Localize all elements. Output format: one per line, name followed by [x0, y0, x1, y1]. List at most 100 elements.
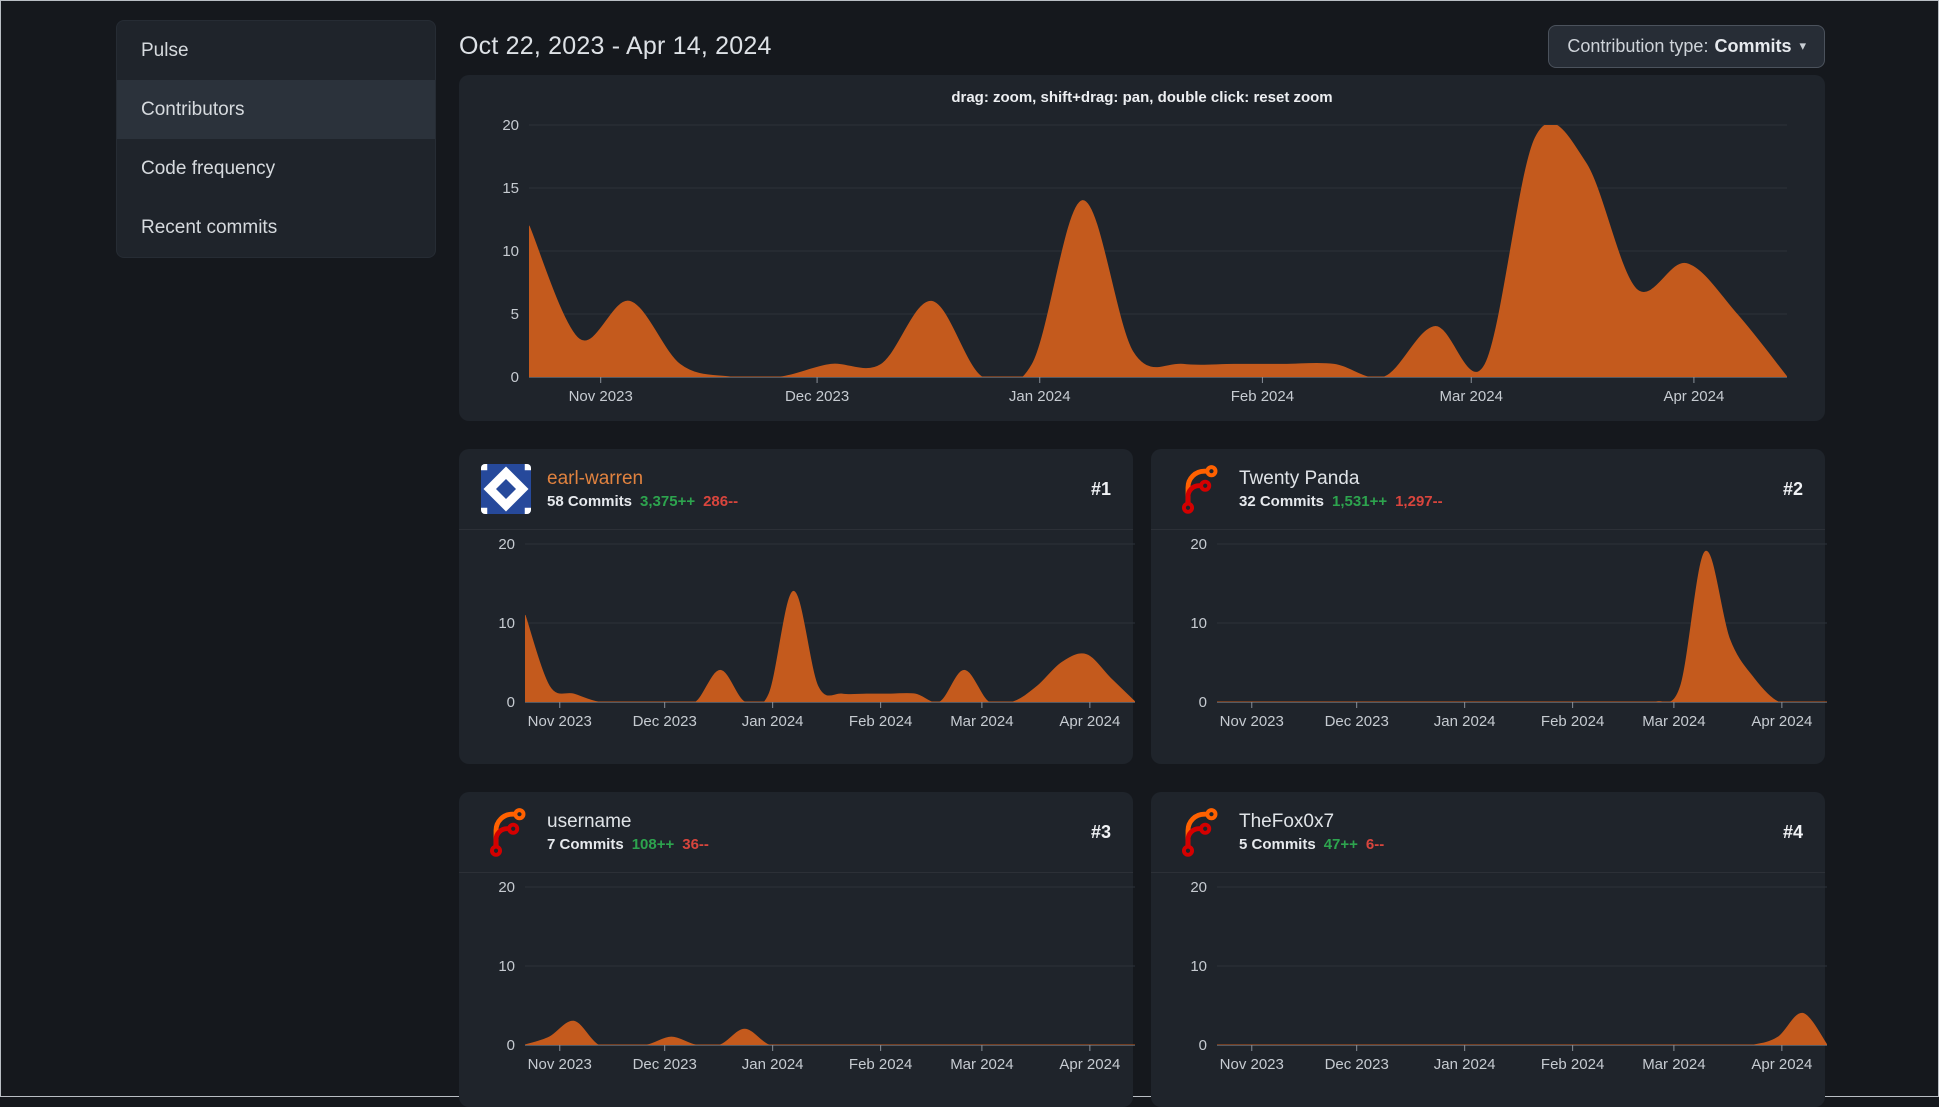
avatar — [1173, 464, 1223, 514]
deletions-count: 36-- — [682, 836, 709, 853]
card-header: TheFox0x7 5 Commits 47++ 6-- #4 — [1151, 792, 1825, 873]
deletions-count: 1,297-- — [1395, 493, 1443, 510]
sidebar-item-contributors[interactable]: Contributors — [117, 80, 435, 139]
svg-text:Apr 2024: Apr 2024 — [1751, 1056, 1812, 1073]
svg-text:Feb 2024: Feb 2024 — [849, 713, 912, 730]
svg-text:Dec 2023: Dec 2023 — [633, 1056, 697, 1073]
svg-text:Apr 2024: Apr 2024 — [1663, 388, 1724, 405]
sidebar-item-label: Code frequency — [141, 157, 276, 179]
svg-text:Dec 2023: Dec 2023 — [1325, 713, 1389, 730]
card-header: earl-warren 58 Commits 3,375++ 286-- #1 — [459, 449, 1133, 530]
svg-text:Dec 2023: Dec 2023 — [1325, 1056, 1389, 1073]
svg-text:20: 20 — [502, 117, 519, 134]
contributor-stats: 58 Commits 3,375++ 286-- — [547, 493, 738, 510]
sidebar-item-code-frequency[interactable]: Code frequency — [117, 139, 435, 198]
rank-badge: #2 — [1782, 478, 1803, 499]
commit-count: 32 Commits — [1239, 493, 1325, 510]
svg-text:15: 15 — [502, 180, 519, 197]
contributors-main: Oct 22, 2023 - Apr 14, 2024 Contribution… — [459, 1, 1827, 1107]
svg-text:Feb 2024: Feb 2024 — [1231, 388, 1294, 405]
svg-text:20: 20 — [1190, 879, 1207, 896]
rank-badge: #3 — [1090, 821, 1111, 842]
contribution-type-label: Contribution type: — [1567, 35, 1709, 56]
contributor-stats: 32 Commits 1,531++ 1,297-- — [1239, 493, 1443, 510]
deletions-count: 286-- — [703, 493, 739, 510]
svg-text:Feb 2024: Feb 2024 — [849, 1056, 912, 1073]
contributor-card-twenty-panda: Twenty Panda 32 Commits 1,531++ 1,297-- … — [1151, 449, 1827, 764]
avatar — [1173, 807, 1223, 857]
svg-text:0: 0 — [507, 694, 515, 711]
svg-text:10: 10 — [498, 615, 515, 632]
avatar — [481, 807, 531, 857]
contribution-type-dropdown[interactable]: Contribution type: Commits ▾ — [1548, 24, 1825, 68]
sidebar-item-recent-commits[interactable]: Recent commits — [117, 198, 435, 257]
sidebar-item-label: Pulse — [141, 39, 189, 61]
additions-count: 1,531++ — [1332, 493, 1388, 510]
main-activity-chart[interactable]: 0 5 10 15 20 Nov 2023 Dec 2023 Jan 2024 Feb 2024… — [481, 115, 1803, 409]
contributor-activity-chart[interactable]: 0 10 20 Nov 2023 Dec 2023 Jan 2024 Feb 2024 Mar… — [1169, 534, 1843, 734]
activity-sidebar: Pulse Contributors Code frequency Recent… — [116, 20, 436, 258]
contributor-cards-grid: earl-warren 58 Commits 3,375++ 286-- #1 … — [459, 449, 1827, 1107]
svg-text:Apr 2024: Apr 2024 — [1751, 713, 1812, 730]
activity-chart-panel: drag: zoom, shift+drag: pan, double clic… — [459, 75, 1825, 421]
svg-text:Jan 2024: Jan 2024 — [742, 1056, 804, 1073]
contributor-name-link[interactable]: Twenty Panda — [1239, 468, 1443, 490]
svg-text:0: 0 — [1199, 694, 1207, 711]
svg-text:Nov 2023: Nov 2023 — [569, 388, 633, 405]
svg-text:20: 20 — [498, 879, 515, 896]
svg-text:10: 10 — [1190, 958, 1207, 975]
svg-text:Jan 2024: Jan 2024 — [1009, 388, 1071, 405]
contributor-stats: 7 Commits 108++ 36-- — [547, 836, 709, 853]
svg-text:Mar 2024: Mar 2024 — [950, 713, 1013, 730]
sidebar-item-label: Recent commits — [141, 216, 278, 238]
rank-badge: #1 — [1090, 478, 1111, 499]
svg-text:10: 10 — [502, 243, 519, 260]
deletions-count: 6-- — [1365, 836, 1385, 853]
svg-text:Nov 2023: Nov 2023 — [528, 713, 592, 730]
svg-text:Mar 2024: Mar 2024 — [1440, 388, 1503, 405]
additions-count: 3,375++ — [640, 493, 696, 510]
contributor-stats: 5 Commits 47++ 6-- — [1239, 836, 1384, 853]
svg-text:Nov 2023: Nov 2023 — [1220, 1056, 1284, 1073]
rank-badge: #4 — [1782, 821, 1803, 842]
svg-text:Jan 2024: Jan 2024 — [1434, 1056, 1496, 1073]
svg-text:Nov 2023: Nov 2023 — [1220, 713, 1284, 730]
svg-text:Apr 2024: Apr 2024 — [1059, 1056, 1120, 1073]
caret-down-icon: ▾ — [1799, 38, 1806, 53]
svg-text:20: 20 — [498, 536, 515, 553]
svg-text:10: 10 — [1190, 615, 1207, 632]
sidebar-item-pulse[interactable]: Pulse — [117, 21, 435, 80]
additions-count: 47++ — [1323, 836, 1358, 853]
contributor-card-username: username 7 Commits 108++ 36-- #3 0 10 20 No… — [459, 792, 1135, 1107]
svg-text:Apr 2024: Apr 2024 — [1059, 713, 1120, 730]
chart-zoom-hint: drag: zoom, shift+drag: pan, double clic… — [951, 89, 1333, 106]
svg-text:Nov 2023: Nov 2023 — [528, 1056, 592, 1073]
commit-count: 7 Commits — [547, 836, 624, 853]
additions-count: 108++ — [631, 836, 675, 853]
svg-text:Dec 2023: Dec 2023 — [785, 388, 849, 405]
card-header: Twenty Panda 32 Commits 1,531++ 1,297-- … — [1151, 449, 1825, 530]
contributor-card-thefox0x7: TheFox0x7 5 Commits 47++ 6-- #4 0 10 20 Nov… — [1151, 792, 1827, 1107]
card-header: username 7 Commits 108++ 36-- #3 — [459, 792, 1133, 873]
svg-text:20: 20 — [1190, 536, 1207, 553]
svg-text:0: 0 — [511, 369, 519, 386]
contributor-activity-chart[interactable]: 0 10 20 Nov 2023 Dec 2023 Jan 2024 Feb 2024 Mar… — [1169, 877, 1843, 1077]
svg-text:Mar 2024: Mar 2024 — [1642, 713, 1705, 730]
contributor-name-link[interactable]: username — [547, 811, 709, 833]
svg-text:Feb 2024: Feb 2024 — [1541, 1056, 1604, 1073]
contributor-activity-chart[interactable]: 0 10 20 Nov 2023 Dec 2023 Jan 2024 Feb 2024 Mar… — [477, 877, 1151, 1077]
contributor-name-link[interactable]: TheFox0x7 — [1239, 811, 1384, 833]
svg-text:Mar 2024: Mar 2024 — [950, 1056, 1013, 1073]
contributor-name-link[interactable]: earl-warren — [547, 468, 738, 490]
svg-text:Jan 2024: Jan 2024 — [742, 713, 804, 730]
svg-text:Jan 2024: Jan 2024 — [1434, 713, 1496, 730]
contribution-type-value: Commits — [1714, 35, 1792, 56]
svg-text:Dec 2023: Dec 2023 — [633, 713, 697, 730]
contributors-header: Oct 22, 2023 - Apr 14, 2024 Contribution… — [459, 23, 1825, 69]
contributor-activity-chart[interactable]: 0 10 20 Nov 2023 Dec 2023 Jan 2024 Feb 2024 Mar… — [477, 534, 1151, 734]
svg-text:0: 0 — [1199, 1037, 1207, 1054]
svg-text:Mar 2024: Mar 2024 — [1642, 1056, 1705, 1073]
commit-count: 58 Commits — [547, 493, 633, 510]
contributor-card-earl-warren: earl-warren 58 Commits 3,375++ 286-- #1 … — [459, 449, 1135, 764]
date-range-title: Oct 22, 2023 - Apr 14, 2024 — [459, 31, 772, 60]
